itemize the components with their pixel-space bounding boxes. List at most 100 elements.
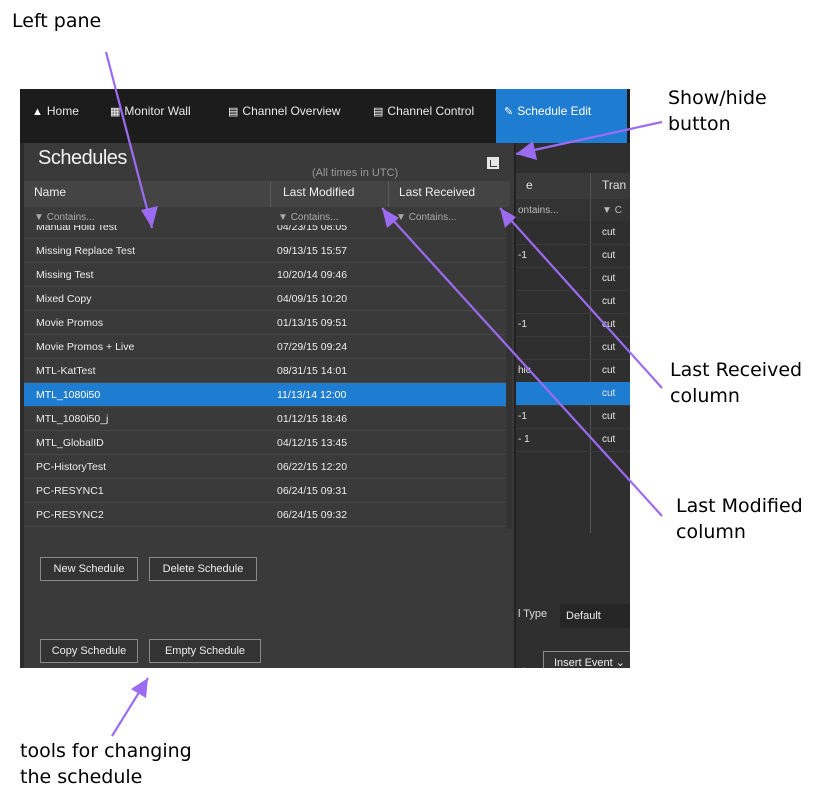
page-title: Schedules [38,147,127,169]
events-filter-name[interactable]: ontains... [518,205,559,216]
annotation-last-modified-line1: Last Modified [676,495,803,517]
schedule-name-cell: MTL_1080i50 [36,389,101,401]
filter-name-placeholder: Contains... [46,212,95,223]
type-field: l Type Default [516,603,630,629]
schedule-name-cell: PC-RESYNC1 [36,485,104,497]
schedule-events-panel: e Tran ontains... ▼ C cut -1 cut cut cut -1 cu… [516,143,630,668]
last-modified-cell: 06/24/15 09:31 [277,485,348,497]
type-select[interactable]: Default [560,604,630,628]
filter-received-placeholder: Contains... [408,212,457,223]
event-row[interactable]: - 1 cut [516,428,630,452]
event-name-cell: - 1 [518,434,530,445]
app-screenshot: ▲ Home ▦ Monitor Wall ▤ Channel Overview ▤ C… [20,89,630,668]
event-row[interactable]: cut [516,290,630,314]
list-icon: ▤ [373,106,384,118]
new-schedule-button[interactable]: New Schedule [40,557,138,581]
table-row[interactable]: Movie Promos + Live 07/29/15 09:24 [24,335,506,359]
nav-channel-control[interactable]: ▤ Channel Control [365,89,482,143]
schedule-name-cell: Manual Hold Test [36,225,117,233]
event-row[interactable]: -1 cut [516,405,630,429]
event-name-cell: -1 [518,411,527,422]
event-name-cell: hic [518,365,531,376]
nav-monitor-wall[interactable]: ▦ Monitor Wall [102,89,199,143]
events-table-header: e Tran [516,173,630,199]
column-header-name[interactable]: Name [34,181,270,207]
table-row[interactable]: Movie Promos 01/13/15 09:51 [24,311,506,335]
table-row[interactable]: PC-RESYNC2 06/24/15 09:32 [24,503,506,527]
table-row[interactable]: Missing Replace Test 09/13/15 15:57 [24,239,506,263]
edit-icon: ✎ [504,106,514,118]
last-modified-cell: 01/13/15 09:51 [277,317,348,329]
last-modified-cell: 11/13/14 12:00 [277,389,347,401]
table-row[interactable]: Manual Hold Test 04/23/15 08:05 [24,225,506,239]
nav-channel-control-label: Channel Control [387,104,475,118]
annotation-last-received-line1: Last Received [670,359,803,381]
annotation-show-hide-line2: button [668,113,731,135]
table-row[interactable]: MTL_1080i50 11/13/14 12:00 [24,383,506,407]
type-label: l Type [518,608,548,620]
event-row[interactable]: cut [516,267,630,291]
table-row[interactable]: MTL_GlobalID 04/12/15 13:45 [24,431,506,455]
annotation-left-pane: Left pane [12,10,102,32]
scrollbar[interactable] [506,225,512,529]
schedule-name-cell: Movie Promos + Live [36,341,135,353]
event-row[interactable]: -1 cut [516,313,630,337]
schedule-name-cell: MTL_GlobalID [36,437,104,449]
event-transition-cell: cut [602,411,616,422]
last-modified-cell: 06/22/15 12:20 [277,461,348,473]
filter-modified-placeholder: Contains... [290,212,339,223]
show-hide-toggle-button[interactable] [487,157,499,169]
annotation-last-modified: Last Modified column [676,493,803,545]
copy-schedule-button[interactable]: Copy Schedule [40,639,138,663]
filter-last-modified[interactable]: ▼ Contains... [278,207,339,225]
annotation-last-modified-line2: column [676,521,746,543]
event-transition-cell: cut [602,342,616,353]
events-col-transition: Tran [602,178,627,192]
empty-schedule-button[interactable]: Empty Schedule [149,639,261,663]
events-filter-transition[interactable]: ▼ C [602,205,622,216]
last-modified-cell: 01/12/15 18:46 [277,413,348,425]
schedules-filter-row: ▼ Contains... ▼ Contains... ▼ Contains..… [24,207,510,225]
last-modified-cell: 10/20/14 09:46 [277,269,348,281]
event-row[interactable]: cut [516,221,630,245]
events-col-name: e [526,178,533,192]
grid-icon: ▦ [110,106,121,118]
nav-home[interactable]: ▲ Home [24,89,87,143]
filter-last-received[interactable]: ▼ Contains... [396,207,457,225]
event-row[interactable]: hic cut [516,359,630,383]
event-name-cell: -1 [518,250,527,261]
annotation-last-received-line2: column [670,385,740,407]
annotation-tools-line1: tools for changing [20,740,192,762]
last-modified-cell: 09/13/15 15:57 [277,245,348,257]
last-modified-cell: 04/09/15 10:20 [277,293,348,305]
last-modified-cell: 04/12/15 13:45 [277,437,348,449]
arrow-tools [111,677,149,737]
schedules-table-header: Name Last Modified Last Received [24,181,510,207]
nav-channel-overview[interactable]: ▤ Channel Overview [220,89,348,143]
column-header-last-received[interactable]: Last Received [388,181,510,207]
last-modified-cell: 04/23/15 08:05 [277,225,348,233]
event-row[interactable]: -1 cut [516,244,630,268]
filter-name[interactable]: ▼ Contains... [34,207,95,225]
table-row[interactable]: MTL_1080i50_j 01/12/15 18:46 [24,407,506,431]
event-row[interactable]: cut [516,382,630,406]
table-row[interactable]: Mixed Copy 04/09/15 10:20 [24,287,506,311]
annotation-show-hide-line1: Show/hide [668,87,767,109]
last-modified-cell: 08/31/15 14:01 [277,365,348,377]
table-row[interactable]: MTL-KatTest 08/31/15 14:01 [24,359,506,383]
last-modified-cell: 07/29/15 09:24 [277,341,348,353]
table-row[interactable]: Missing Test 10/20/14 09:46 [24,263,506,287]
nav-monitor-wall-label: Monitor Wall [124,104,191,118]
event-row[interactable]: cut [516,336,630,360]
table-row[interactable]: PC-HistoryTest 06/22/15 12:20 [24,455,506,479]
delete-schedule-button[interactable]: Delete Schedule [149,557,257,581]
table-row[interactable]: PC-RESYNC1 06/24/15 09:31 [24,479,506,503]
schedule-name-cell: PC-HistoryTest [36,461,107,473]
insert-event-button[interactable]: Insert Event ⌄ [543,651,630,668]
filter-icon: ▼ [278,212,288,223]
top-navigation-bar: ▲ Home ▦ Monitor Wall ▤ Channel Overview ▤ C… [20,89,630,143]
dropdown-caret[interactable]: . [522,658,525,668]
nav-schedule-edit[interactable]: ✎ Schedule Edit [496,89,627,143]
nav-channel-overview-label: Channel Overview [242,104,341,118]
column-header-last-modified[interactable]: Last Modified [270,181,388,207]
